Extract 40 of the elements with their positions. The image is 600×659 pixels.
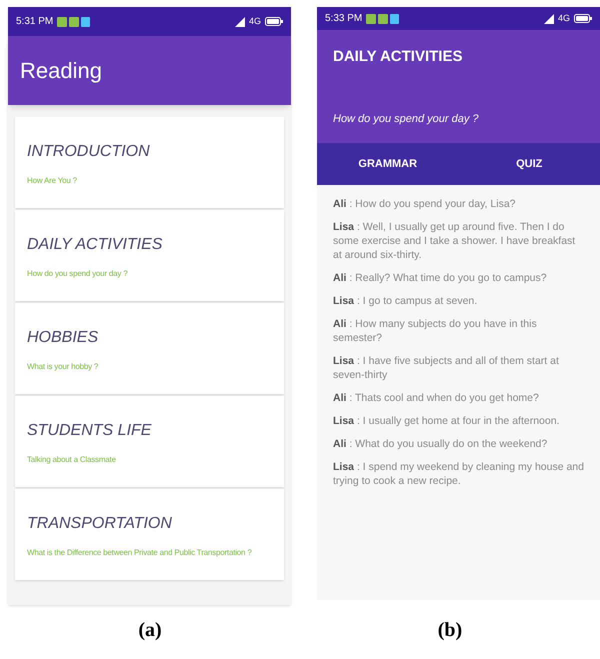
lesson-title: HOBBIES [27,328,100,348]
lesson-subtitle: Talking about a Classmate [27,454,117,464]
lesson-title: INTRODUCTION [27,142,151,162]
app-subtitle: How do you spend your day ? [333,112,480,126]
status-time: 5:33 PM [325,12,362,26]
tab[interactable]: QUIZ [458,143,600,185]
signal-icon [234,16,245,26]
dialogue-line: Lisa : I go to campus at seven. [333,294,478,308]
dialogue-line: Ali : What do you usually do on the weekend? [333,437,548,451]
lesson-title: STUDENTS LIFE [27,420,152,440]
dialogue-line: Ali : How many subjects do you have in this semester? [333,317,538,345]
dialogue-line: Lisa : I usually get home at four in the afternoon. [333,414,560,428]
app-title: DAILY ACTIVITIES [333,47,464,67]
status-time: 5:31 PM [16,15,54,29]
lesson-title: DAILY ACTIVITIES [27,234,164,254]
battery-icon [574,14,592,23]
network-label: 4G [558,12,570,25]
figure-caption: (a) [138,618,162,643]
dialogue-line: Ali : Thats cool and when do you get home? [333,391,540,405]
lesson-subtitle: What is your hobby ? [27,362,100,372]
figure-caption: (b) [438,618,462,643]
battery-icon [265,17,283,26]
signal-icon [544,14,554,24]
tab[interactable]: GRAMMAR [317,143,458,185]
lesson-subtitle: What is the Difference between Private and Public Transportation ? [27,548,253,558]
dialogue-line: Lisa : I have five subjects and all of them start at seven-thirty [333,354,560,382]
lesson-title: TRANSPORTATION [27,514,173,534]
lesson-card[interactable]: DAILY ACTIVITIES How do you spend your day ? [15,210,284,301]
lesson-card[interactable]: HOBBIES What is your hobby ? [15,303,284,394]
lesson-card[interactable]: INTRODUCTION How Are You ? [15,117,284,208]
lesson-subtitle: How Are You ? [27,176,78,186]
dialogue-line: Lisa : Well, I usually get up around five. Then I do some exercise and I take a shower. I have breakfast at around six-thirty. [333,220,576,262]
dialogue-line: Lisa : I spend my weekend by cleaning my house and trying to cook a new recipe. [333,460,584,488]
app-title: Reading [20,57,102,85]
network-label: 4G [248,14,261,28]
lesson-card[interactable]: TRANSPORTATION What is the Difference between Private and Public Transportation ? [15,489,284,580]
dialogue-line: Ali : Really? What time do you go to campus? [333,271,548,285]
lesson-subtitle: How do you spend your day ? [27,268,128,278]
dialogue-line: Ali : How do you spend your day, Lisa? [333,197,516,211]
lesson-card[interactable]: STUDENTS LIFE Talking about a Classmate [15,396,284,487]
